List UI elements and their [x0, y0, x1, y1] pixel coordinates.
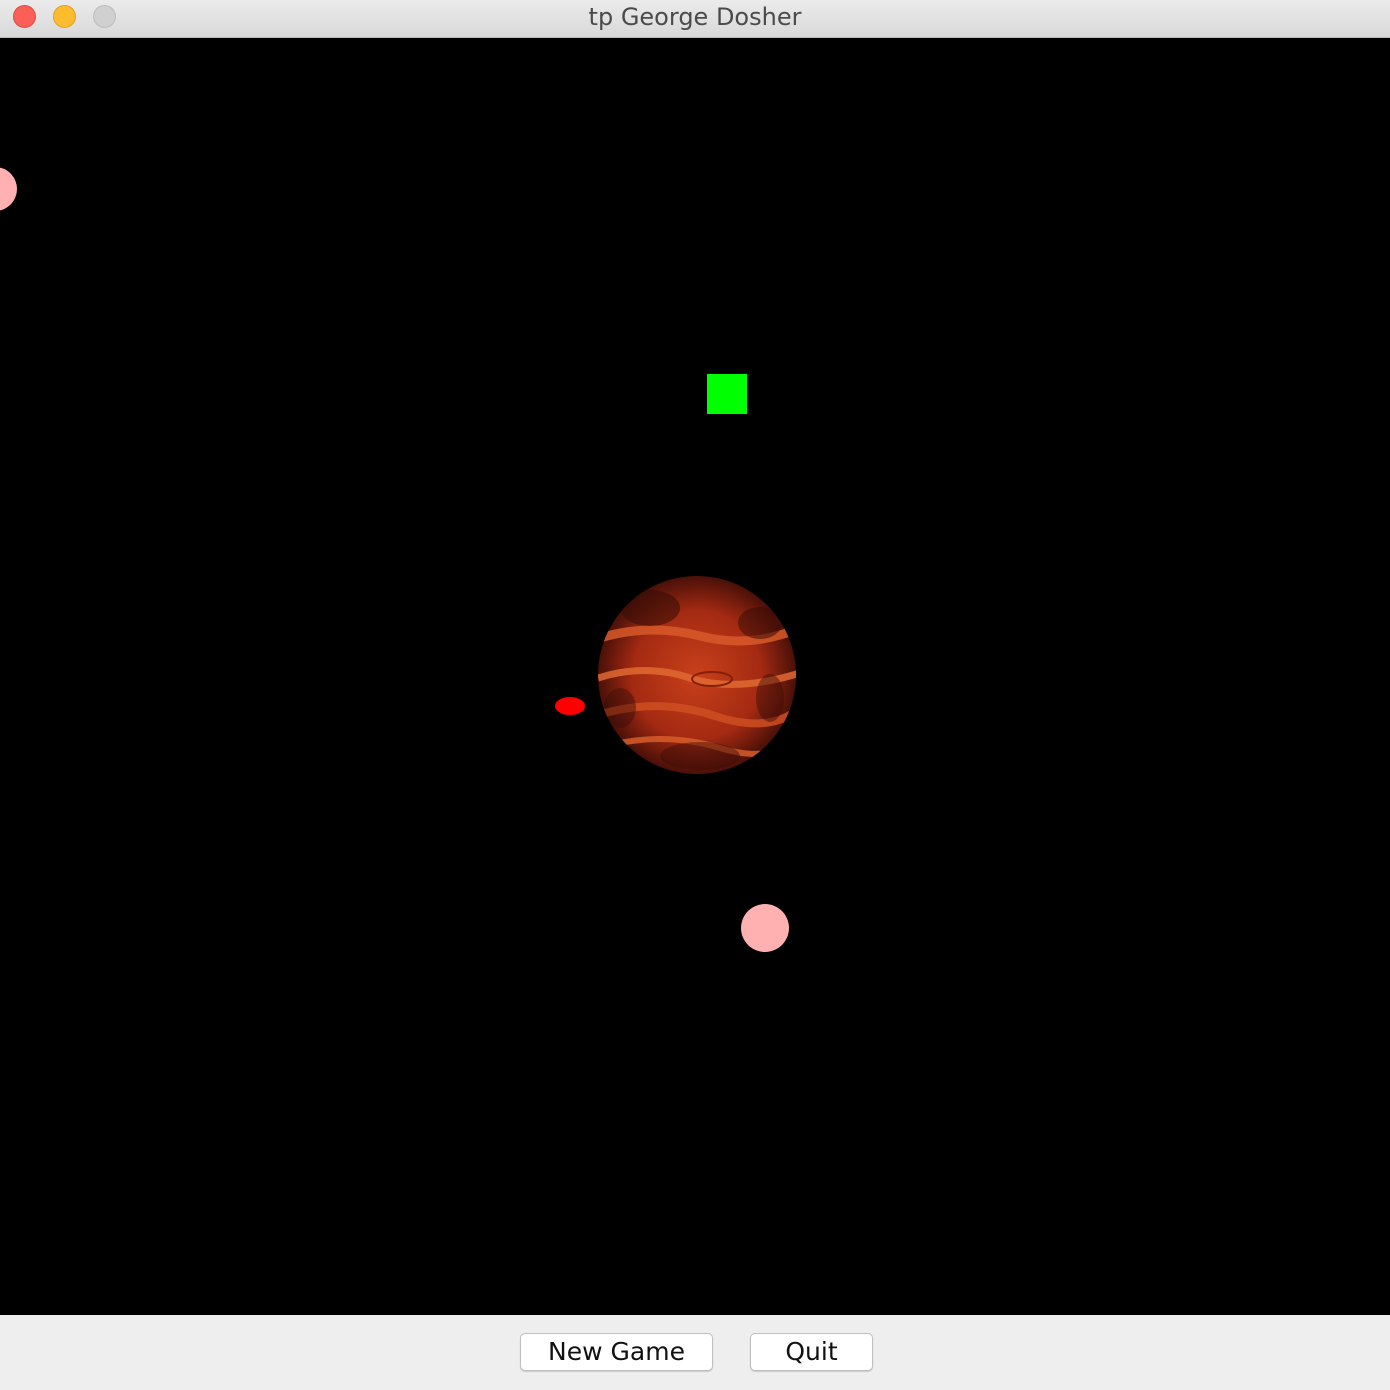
title-bar[interactable]: tp George Dosher	[0, 0, 1390, 38]
enemy-projectile	[555, 697, 585, 715]
new-game-button[interactable]: New Game	[520, 1333, 713, 1371]
game-scene	[0, 167, 796, 952]
app-window: tp George Dosher New Game Quit	[0, 0, 1390, 1390]
player-ship	[707, 374, 747, 414]
moon-bottom	[741, 904, 789, 952]
control-bar: New Game Quit	[0, 1315, 1390, 1390]
game-canvas[interactable]	[0, 38, 1390, 1315]
moon-left	[0, 167, 17, 211]
quit-button[interactable]: Quit	[750, 1333, 873, 1371]
window-title: tp George Dosher	[588, 3, 802, 31]
planet	[598, 576, 796, 774]
